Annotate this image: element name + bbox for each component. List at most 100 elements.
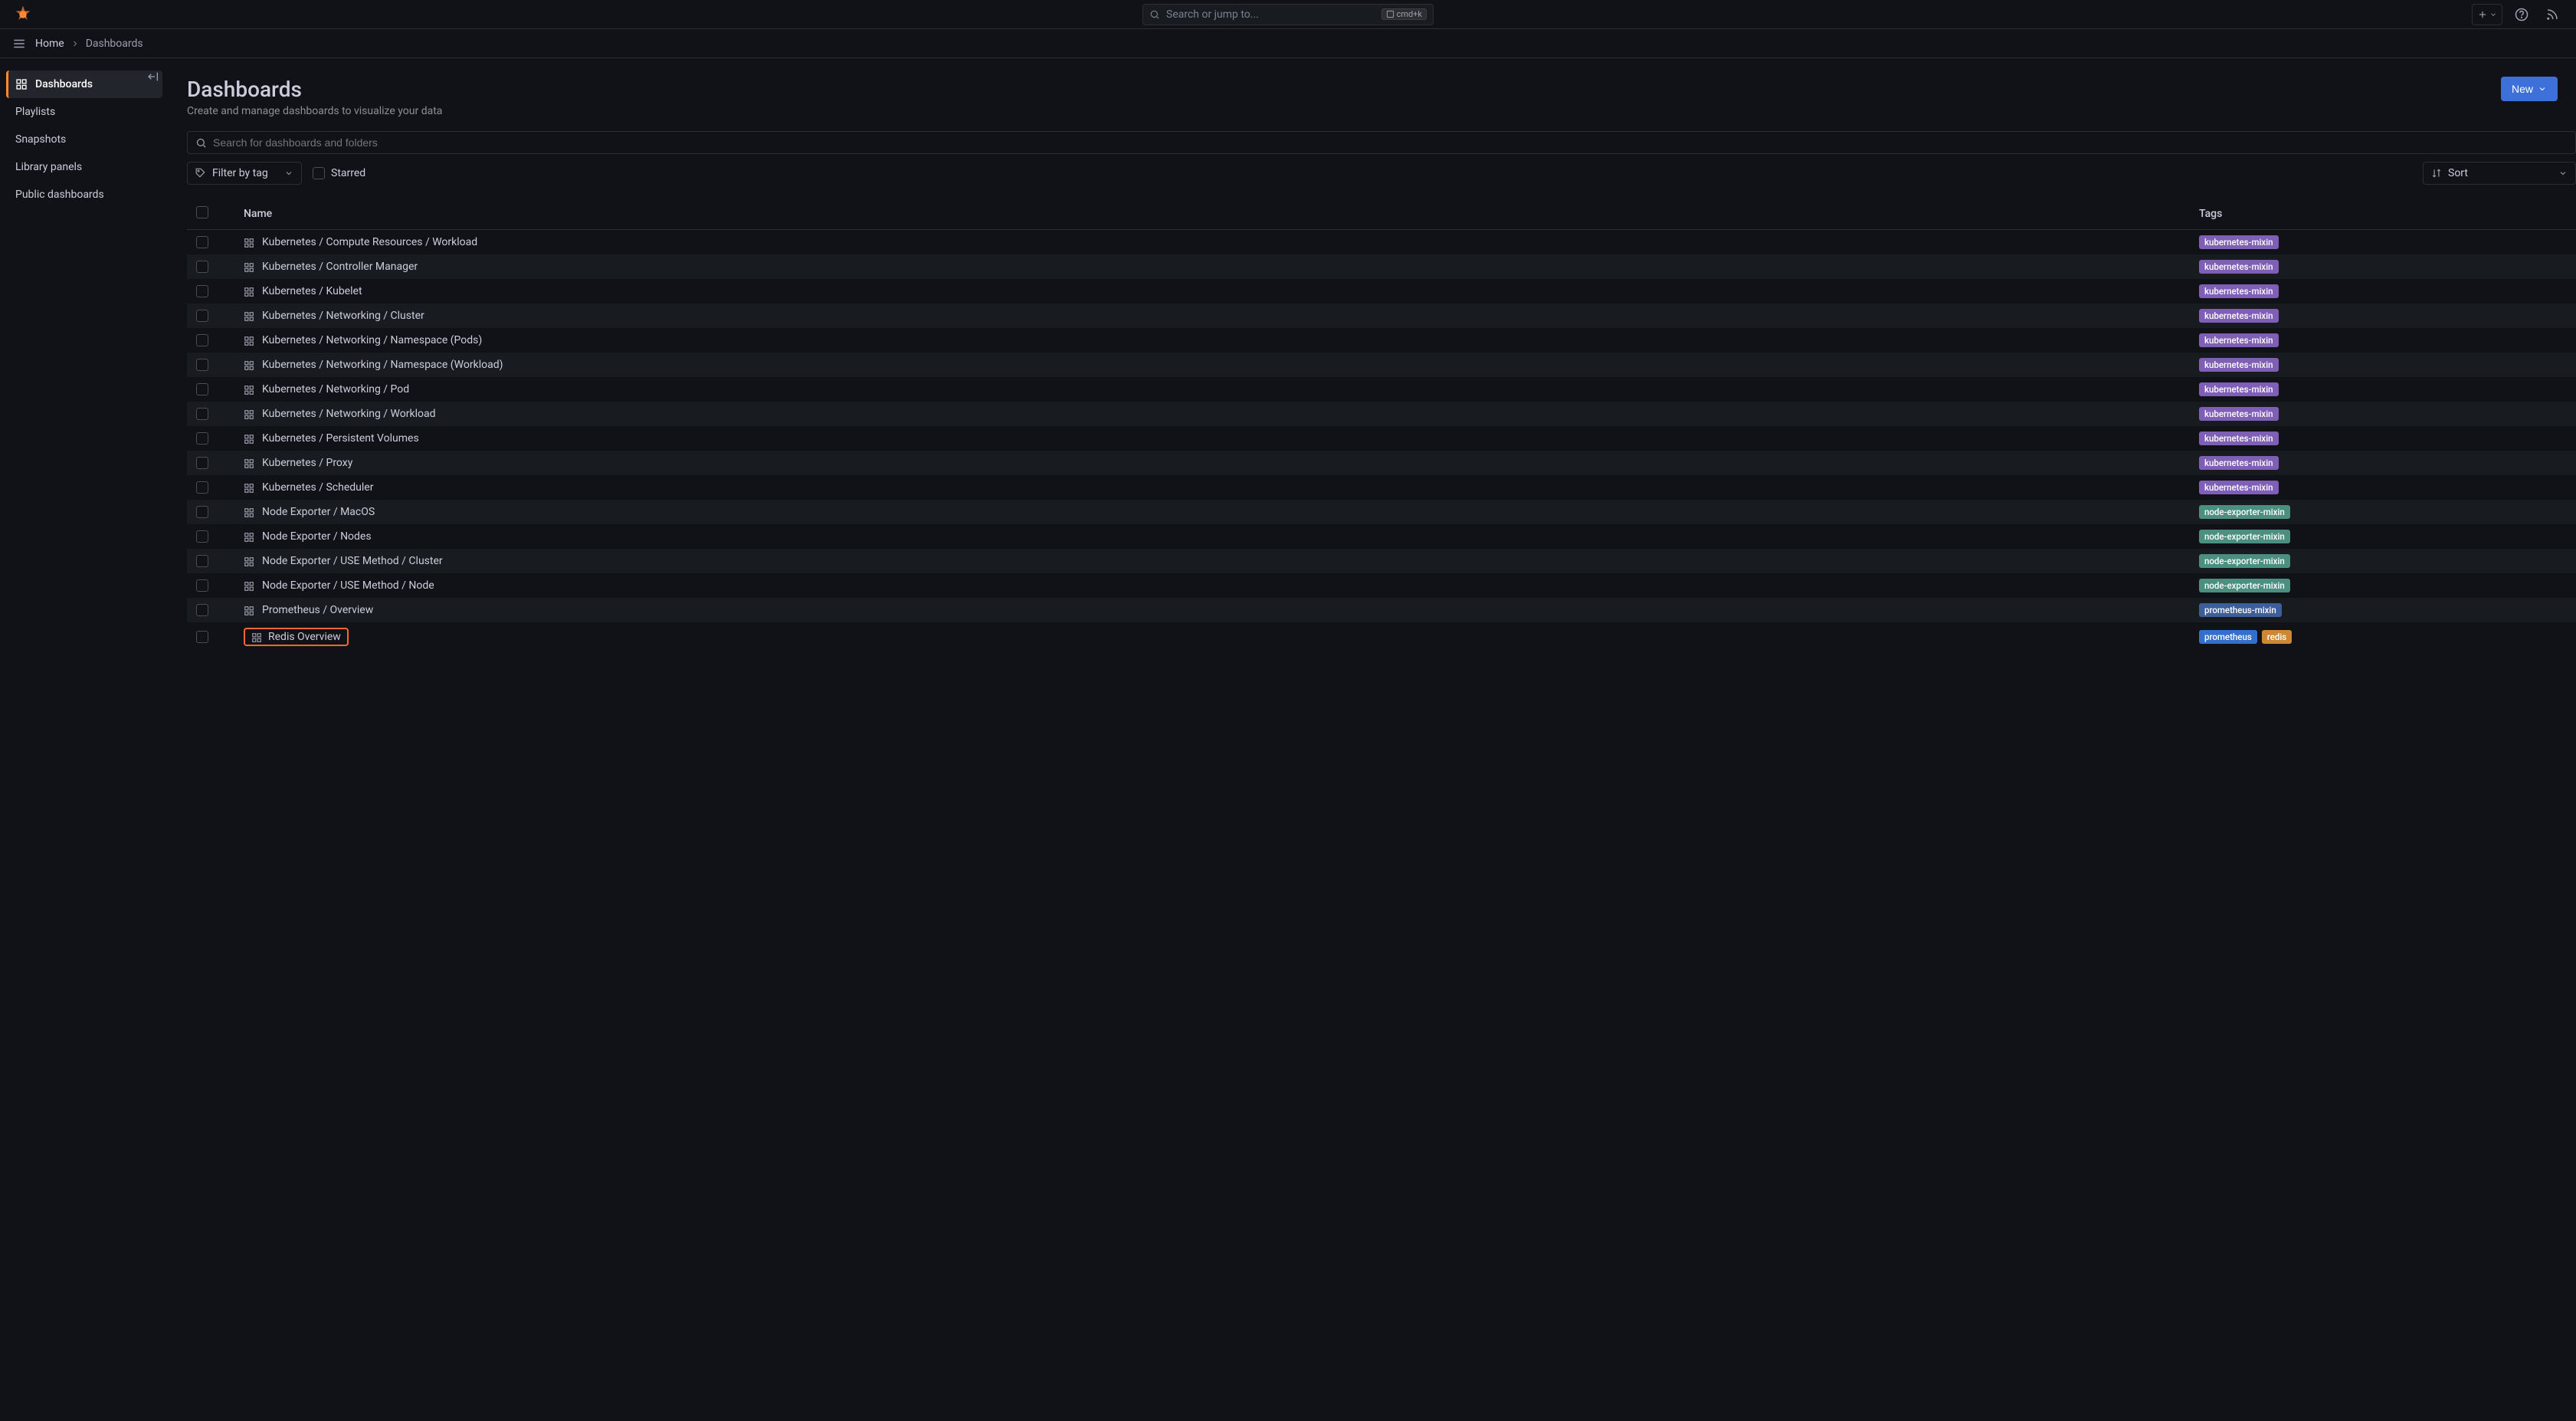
dashboard-search[interactable]	[187, 131, 2576, 154]
sidebar-item-label: Dashboards	[35, 78, 93, 90]
tag-badge[interactable]: node-exporter-mixin	[2199, 505, 2290, 519]
tag-badge[interactable]: kubernetes-mixin	[2199, 309, 2279, 323]
tag-badge[interactable]: kubernetes-mixin	[2199, 260, 2279, 274]
tag-badge[interactable]: kubernetes-mixin	[2199, 358, 2279, 372]
tag-badge[interactable]: node-exporter-mixin	[2199, 579, 2290, 592]
row-checkbox[interactable]	[196, 506, 208, 518]
tag-badge[interactable]: redis	[2262, 630, 2292, 644]
table-row: Node Exporter / USE Method / Node node-ex…	[187, 573, 2576, 598]
row-checkbox[interactable]	[196, 408, 208, 420]
dashboard-link[interactable]: Kubernetes / Networking / Pod	[262, 383, 409, 395]
column-header-name[interactable]: Name	[221, 208, 2199, 220]
sidebar-item-dashboards[interactable]: Dashboards	[6, 71, 162, 98]
breadcrumb: Home Dashboards	[35, 38, 143, 50]
tag-badge[interactable]: kubernetes-mixin	[2199, 235, 2279, 249]
row-checkbox[interactable]	[196, 236, 208, 248]
table-row: Kubernetes / Networking / Namespace (Wor…	[187, 353, 2576, 377]
row-checkbox[interactable]	[196, 579, 208, 592]
dashboard-link[interactable]: Node Exporter / USE Method / Node	[262, 579, 434, 592]
starred-filter[interactable]: Starred	[313, 167, 365, 179]
sidebar-item-library-panels[interactable]: Library panels	[6, 153, 162, 181]
row-checkbox[interactable]	[196, 481, 208, 494]
table-row: Redis Overview prometheus redis	[187, 622, 2576, 651]
tag-badge[interactable]: kubernetes-mixin	[2199, 407, 2279, 421]
dashboard-link[interactable]: Kubernetes / Controller Manager	[262, 261, 418, 273]
dashboard-link[interactable]: Node Exporter / MacOS	[262, 506, 375, 518]
row-checkbox[interactable]	[196, 261, 208, 273]
sidebar-item-playlists[interactable]: Playlists	[6, 98, 162, 126]
row-checkbox[interactable]	[196, 604, 208, 616]
row-checkbox[interactable]	[196, 383, 208, 395]
row-checkbox[interactable]	[196, 457, 208, 469]
tag-badge[interactable]: kubernetes-mixin	[2199, 432, 2279, 445]
dashboard-link[interactable]: Kubernetes / Networking / Workload	[262, 408, 435, 420]
tag-badge[interactable]: kubernetes-mixin	[2199, 382, 2279, 396]
global-search[interactable]: Search or jump to... cmd+k	[1142, 4, 1434, 25]
dashboard-link[interactable]: Kubernetes / Kubelet	[262, 285, 362, 297]
dashboard-link[interactable]: Kubernetes / Networking / Cluster	[262, 310, 424, 322]
row-checkbox[interactable]	[196, 530, 208, 543]
sidebar-item-public-dashboards[interactable]: Public dashboards	[6, 181, 162, 208]
help-icon[interactable]	[2510, 3, 2533, 26]
table-row: Kubernetes / Scheduler kubernetes-mixin	[187, 475, 2576, 500]
dashboard-link[interactable]: Kubernetes / Networking / Namespace (Wor…	[262, 359, 503, 371]
column-header-tags[interactable]: Tags	[2199, 208, 2567, 220]
sort-select[interactable]: Sort	[2423, 162, 2576, 185]
tag-badge[interactable]: kubernetes-mixin	[2199, 333, 2279, 347]
table-row: Kubernetes / Persistent Volumes kubernete…	[187, 426, 2576, 451]
dashboard-icon	[244, 237, 254, 248]
table-row: Kubernetes / Networking / Workload kubern…	[187, 402, 2576, 426]
row-checkbox[interactable]	[196, 334, 208, 346]
row-checkbox[interactable]	[196, 631, 208, 643]
row-checkbox[interactable]	[196, 310, 208, 322]
grafana-logo-icon[interactable]	[12, 4, 34, 25]
dashboard-link[interactable]: Kubernetes / Networking / Namespace (Pod…	[262, 334, 482, 346]
table-row: Node Exporter / Nodes node-exporter-mixin	[187, 524, 2576, 549]
page-title: Dashboards	[187, 77, 442, 102]
dashboard-link[interactable]: Redis Overview	[244, 628, 349, 646]
dashboard-link[interactable]: Kubernetes / Proxy	[262, 457, 352, 469]
dashboard-icon	[244, 556, 254, 566]
tag-badge[interactable]: prometheus	[2199, 630, 2257, 644]
new-button[interactable]: New	[2501, 77, 2558, 101]
sidebar-item-label: Library panels	[15, 161, 82, 173]
sidebar-item-label: Snapshots	[15, 133, 66, 146]
menu-toggle-icon[interactable]	[12, 37, 26, 51]
dashboard-icon	[244, 531, 254, 542]
tag-badge[interactable]: node-exporter-mixin	[2199, 530, 2290, 543]
add-menu-button[interactable]	[2472, 4, 2502, 25]
breadcrumb-home[interactable]: Home	[35, 38, 64, 50]
filter-by-tag-select[interactable]: Filter by tag	[187, 162, 302, 185]
sort-label: Sort	[2448, 167, 2468, 179]
dashboard-icon	[251, 632, 262, 642]
tag-badge[interactable]: kubernetes-mixin	[2199, 456, 2279, 470]
row-checkbox[interactable]	[196, 285, 208, 297]
sidebar-item-snapshots[interactable]: Snapshots	[6, 126, 162, 153]
row-checkbox[interactable]	[196, 432, 208, 445]
dashboard-link[interactable]: Kubernetes / Compute Resources / Workloa…	[262, 236, 477, 248]
news-icon[interactable]	[2541, 3, 2564, 26]
dashboard-icon	[244, 286, 254, 297]
dashboard-link[interactable]: Node Exporter / USE Method / Cluster	[262, 555, 443, 567]
table-header: Name Tags	[187, 199, 2576, 230]
tag-badge[interactable]: kubernetes-mixin	[2199, 481, 2279, 494]
row-checkbox[interactable]	[196, 359, 208, 371]
dashboard-link[interactable]: Kubernetes / Scheduler	[262, 481, 373, 494]
dashboard-link[interactable]: Kubernetes / Persistent Volumes	[262, 432, 419, 445]
dashboard-icon	[244, 384, 254, 395]
table-row: Kubernetes / Networking / Cluster kuberne…	[187, 304, 2576, 328]
starred-checkbox[interactable]	[313, 167, 325, 179]
row-checkbox[interactable]	[196, 555, 208, 567]
sidebar-item-label: Playlists	[15, 106, 55, 118]
tag-badge[interactable]: kubernetes-mixin	[2199, 284, 2279, 298]
dashboard-search-input[interactable]	[213, 136, 2568, 149]
dashboard-link[interactable]: Node Exporter / Nodes	[262, 530, 372, 543]
select-all-checkbox[interactable]	[196, 206, 208, 218]
page-subtitle: Create and manage dashboards to visualiz…	[187, 105, 442, 117]
dashboard-icon	[244, 482, 254, 493]
tag-badge[interactable]: node-exporter-mixin	[2199, 554, 2290, 568]
tag-badge[interactable]: prometheus-mixin	[2199, 603, 2282, 617]
sidebar: Dashboards Playlists Snapshots Library p…	[0, 58, 169, 1421]
sidebar-collapse-icon[interactable]	[147, 71, 159, 83]
dashboard-link[interactable]: Prometheus / Overview	[262, 604, 373, 616]
